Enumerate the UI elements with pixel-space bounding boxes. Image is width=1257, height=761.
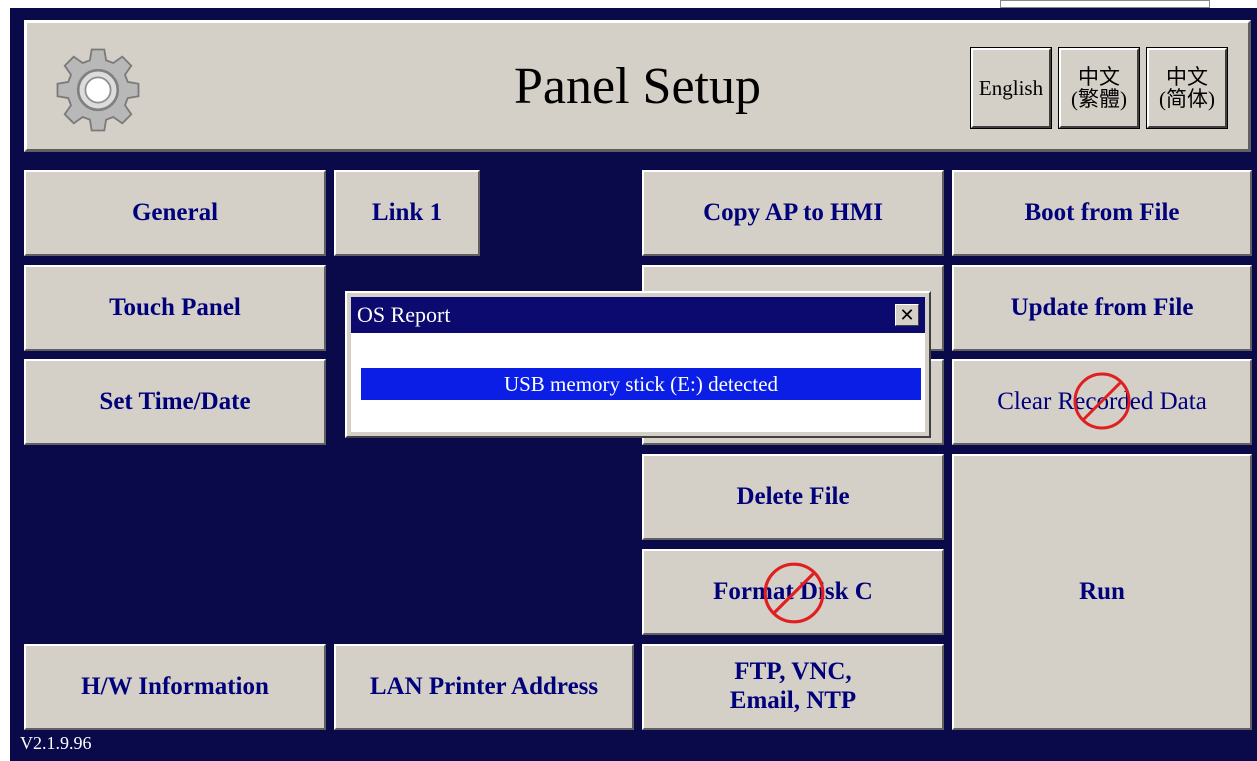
update-from-file-label: Update from File [1010, 293, 1194, 321]
set-time-date-label: Set Time/Date [99, 387, 251, 415]
copy-ap-to-hmi-button[interactable]: Copy AP to HMI [642, 170, 944, 256]
boot-from-file-label: Boot from File [1024, 198, 1180, 226]
link1-label: Link 1 [371, 198, 443, 226]
close-button[interactable]: ✕ [895, 304, 919, 326]
ftp-line1-label: FTP, VNC, [734, 658, 852, 686]
dialog-title: OS Report [357, 302, 451, 327]
boot-from-file-button[interactable]: Boot from File [952, 170, 1252, 256]
delete-file-button[interactable]: Delete File [642, 454, 944, 540]
delete-file-label: Delete File [736, 482, 850, 510]
ftp-vnc-email-ntp-button[interactable]: FTP, VNC, Email, NTP [642, 644, 944, 730]
update-from-file-button[interactable]: Update from File [952, 265, 1252, 351]
lang-sc-line1: 中文 [1166, 64, 1208, 89]
touch-panel-button[interactable]: Touch Panel [24, 265, 326, 351]
lang-traditional-chinese-button[interactable]: 中文 (繁體) [1058, 47, 1140, 129]
clear-recorded-data-button[interactable]: Clear Recorded Data [952, 359, 1252, 445]
hw-information-button[interactable]: H/W Information [24, 644, 326, 730]
format-disk-c-button[interactable]: Format Disk C [642, 549, 944, 635]
run-button[interactable]: Run [952, 454, 1252, 730]
ftp-line2-label: Email, NTP [729, 687, 857, 714]
lang-simplified-chinese-button[interactable]: 中文 (简体) [1146, 47, 1228, 129]
clear-recorded-data-label: Clear Recorded Data [997, 387, 1207, 415]
os-report-dialog: OS Report ✕ USB memory stick (E:) detect… [345, 291, 931, 438]
dialog-titlebar: OS Report ✕ [351, 297, 925, 333]
lan-printer-address-button[interactable]: LAN Printer Address [334, 644, 634, 730]
lang-sc-line2: (简体) [1159, 87, 1215, 111]
lang-english-label: English [978, 75, 1044, 100]
format-disk-label: Format Disk C [713, 577, 873, 605]
header-panel: Panel Setup English 中文 (繁體) 中文 (简体) [24, 20, 1251, 152]
close-icon: ✕ [899, 304, 915, 325]
run-label: Run [1079, 577, 1125, 605]
lang-english-button[interactable]: English [970, 47, 1052, 129]
lang-tc-line2: (繁體) [1071, 87, 1127, 111]
lang-tc-line1: 中文 [1078, 64, 1120, 89]
set-time-date-button[interactable]: Set Time/Date [24, 359, 326, 445]
copy-ap-label: Copy AP to HMI [703, 198, 883, 226]
general-label: General [131, 198, 219, 226]
hw-information-label: H/W Information [81, 672, 269, 700]
dialog-message: USB memory stick (E:) detected [361, 368, 921, 400]
version-label: V2.1.9.96 [20, 733, 92, 753]
touch-panel-label: Touch Panel [109, 293, 241, 321]
link1-button[interactable]: Link 1 [334, 170, 480, 256]
top-window-strip [1000, 0, 1210, 8]
general-button[interactable]: General [24, 170, 326, 256]
lan-printer-label: LAN Printer Address [369, 672, 599, 700]
dialog-body: USB memory stick (E:) detected [351, 333, 925, 432]
